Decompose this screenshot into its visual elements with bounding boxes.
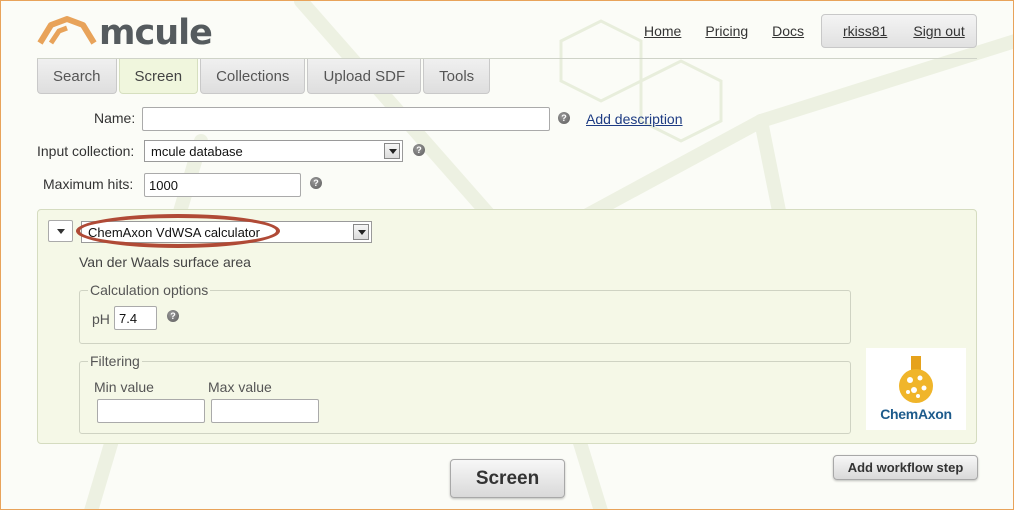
chemaxon-logo: ChemAxon — [866, 348, 966, 430]
input-collection-select[interactable]: mcule database — [144, 140, 403, 162]
max-value-label: Max value — [208, 379, 272, 395]
flask-icon — [899, 356, 933, 403]
name-help-icon[interactable]: ? — [558, 112, 570, 124]
name-label: Name: — [94, 110, 136, 126]
chevron-down-icon — [384, 143, 400, 159]
max-hits-input[interactable]: 1000 — [144, 173, 301, 197]
calculator-description: Van der Waals surface area — [79, 254, 251, 270]
ph-help-icon[interactable]: ? — [167, 310, 179, 322]
top-nav: Home Pricing Docs — [644, 23, 804, 39]
filtering-legend: Filtering — [88, 353, 142, 369]
collection-help-icon[interactable]: ? — [413, 144, 425, 156]
collapse-step-button[interactable] — [48, 220, 73, 242]
min-value-label: Min value — [94, 379, 154, 395]
input-collection-value: mcule database — [151, 144, 243, 159]
min-value-input[interactable] — [97, 399, 205, 423]
tab-upload-sdf[interactable]: Upload SDF — [307, 59, 422, 94]
nav-pricing-link[interactable]: Pricing — [705, 23, 748, 39]
filtering-group — [79, 361, 851, 434]
add-description-link[interactable]: Add description — [586, 111, 683, 127]
highlight-ellipse — [76, 214, 280, 248]
page-frame: mcule Home Pricing Docs rkiss81 Sign out… — [0, 0, 1014, 510]
chemaxon-logo-text: ChemAxon — [880, 406, 952, 422]
screen-button[interactable]: Screen — [450, 459, 565, 498]
ph-input[interactable]: 7.4 — [114, 306, 157, 330]
tab-tools[interactable]: Tools — [423, 59, 491, 94]
tab-screen[interactable]: Screen — [118, 59, 199, 94]
chevron-down-icon — [353, 224, 369, 240]
logo-text: mcule — [99, 13, 213, 53]
calc-options-legend: Calculation options — [88, 282, 211, 298]
logo-mark-icon — [37, 16, 97, 45]
max-hits-label: Maximum hits: — [43, 176, 134, 192]
nav-home-link[interactable]: Home — [644, 23, 681, 39]
max-value-input[interactable] — [211, 399, 319, 423]
calc-options-group — [79, 290, 851, 344]
add-workflow-step-button[interactable]: Add workflow step — [833, 455, 978, 480]
tab-collections[interactable]: Collections — [200, 59, 306, 94]
ph-label: pH — [92, 311, 110, 327]
nav-docs-link[interactable]: Docs — [772, 23, 804, 39]
sign-out-link[interactable]: Sign out — [913, 23, 964, 39]
input-collection-label: Input collection: — [37, 143, 135, 159]
main-tabs: Search Screen Collections Upload SDF Too… — [37, 59, 491, 94]
username-link[interactable]: rkiss81 — [843, 23, 887, 39]
max-hits-help-icon[interactable]: ? — [310, 177, 322, 189]
mcule-logo[interactable]: mcule — [37, 13, 213, 53]
tab-search[interactable]: Search — [37, 59, 117, 94]
user-box: rkiss81 Sign out — [821, 14, 977, 48]
name-input[interactable] — [142, 107, 550, 131]
